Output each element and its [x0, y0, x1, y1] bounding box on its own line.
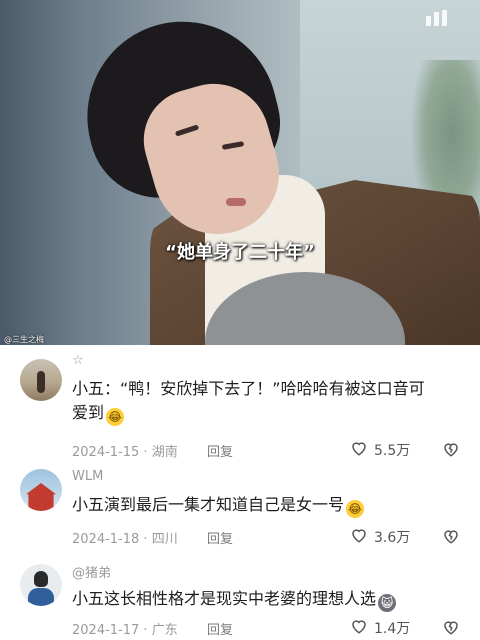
like-count: 1.4万 — [374, 621, 411, 637]
comment-screen: “她单身了二十年” @三生之梅 ☆ 小五：“鸭！安欣掉下去了！”哈哈哈有被这口音… — [0, 0, 480, 640]
comment-username[interactable]: WLM — [72, 469, 103, 484]
comment-username[interactable]: @猪弟 — [72, 562, 111, 581]
comment-text: 小五这长相性格才是现实中老婆的理想人选 😺 — [72, 587, 432, 612]
avatar[interactable] — [20, 469, 62, 511]
comment-item: WLM 小五演到最后一集才知道自己是女一号 😂 2024-1-18 · 四川 回复… — [0, 457, 480, 552]
comment-text: 小五：“鸭！安欣掉下去了！”哈哈哈有被这口音可爱到 😂 — [72, 379, 425, 426]
heart-outline-icon — [352, 442, 366, 456]
avatar[interactable] — [20, 564, 62, 606]
comment-username[interactable]: ☆ — [72, 353, 84, 368]
heart-outline-icon — [352, 529, 366, 543]
comment-text: 小五演到最后一集才知道自己是女一号 😂 — [72, 495, 365, 518]
video-watermark: @三生之梅 — [4, 335, 44, 344]
broken-heart-icon[interactable] — [442, 618, 460, 636]
like-count: 3.6万 — [374, 530, 411, 546]
video-frame[interactable]: “她单身了二十年” @三生之梅 — [0, 0, 480, 345]
laugh-crying-emoji-icon: 😂 — [346, 500, 365, 518]
comment-meta: 2024-1-18 · 四川 — [72, 532, 178, 547]
reply-button[interactable]: 回复 — [207, 528, 233, 547]
video-subtitle: “她单身了二十年” — [165, 242, 315, 263]
signal-icon — [426, 10, 460, 26]
broken-heart-icon[interactable] — [442, 440, 460, 458]
avatar[interactable] — [20, 359, 62, 401]
lips — [226, 198, 246, 206]
comment-meta: 2024-1-17 · 广东 — [72, 623, 178, 638]
comment-item: ☆ 小五：“鸭！安欣掉下去了！”哈哈哈有被这口音可爱到 😂 2024-1-15 ·… — [0, 345, 480, 460]
broken-heart-icon[interactable] — [442, 527, 460, 545]
reply-button[interactable]: 回复 — [207, 619, 233, 638]
heart-outline-icon — [352, 620, 366, 634]
laugh-crying-emoji-icon: 😂 — [106, 408, 125, 426]
comment-item: @猪弟 小五这长相性格才是现实中老婆的理想人选 😺 2024-1-17 · 广东 … — [0, 552, 480, 640]
cat-emoji-icon: 😺 — [378, 594, 397, 612]
